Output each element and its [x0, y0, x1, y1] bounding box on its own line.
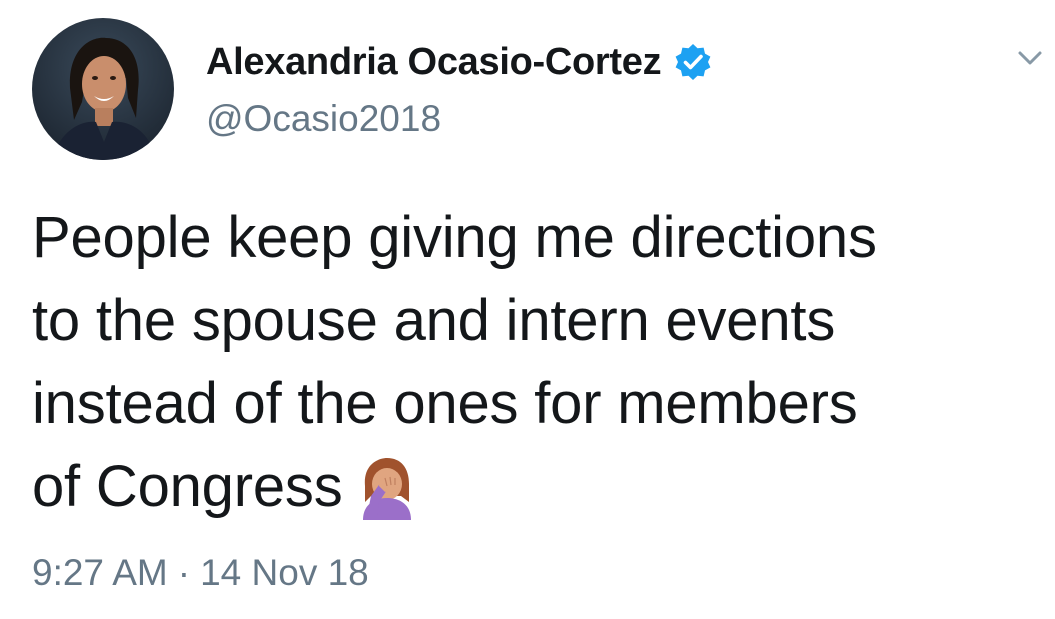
author-name-row[interactable]: Alexandria Ocasio-Cortez [206, 38, 713, 86]
author-handle[interactable]: @Ocasio2018 [206, 98, 441, 140]
tweet-timestamp[interactable]: 9:27 AM · 14 Nov 18 [32, 552, 369, 594]
tweet-time[interactable]: 9:27 AM [32, 552, 168, 593]
tweet-line: instead of the ones for members [32, 371, 858, 436]
avatar[interactable] [32, 18, 174, 160]
meta-separator: · [177, 552, 191, 593]
woman-facepalming-emoji-icon [357, 456, 415, 520]
tweet-line-text: of Congress [32, 454, 343, 519]
tweet-line: People keep giving me directions [32, 205, 877, 270]
chevron-down-icon[interactable] [1012, 40, 1048, 76]
tweet-date[interactable]: 14 Nov 18 [200, 552, 369, 593]
tweet-line-last: of Congress [32, 445, 1032, 528]
tweet-card: Alexandria Ocasio-Cortez @Ocasio2018 Peo… [0, 0, 1055, 619]
tweet-text: People keep giving me directions to the … [32, 196, 1032, 528]
avatar-image [32, 18, 174, 160]
tweet-line: to the spouse and intern events [32, 288, 836, 353]
verified-badge-icon [673, 42, 713, 82]
display-name[interactable]: Alexandria Ocasio-Cortez [206, 41, 662, 84]
